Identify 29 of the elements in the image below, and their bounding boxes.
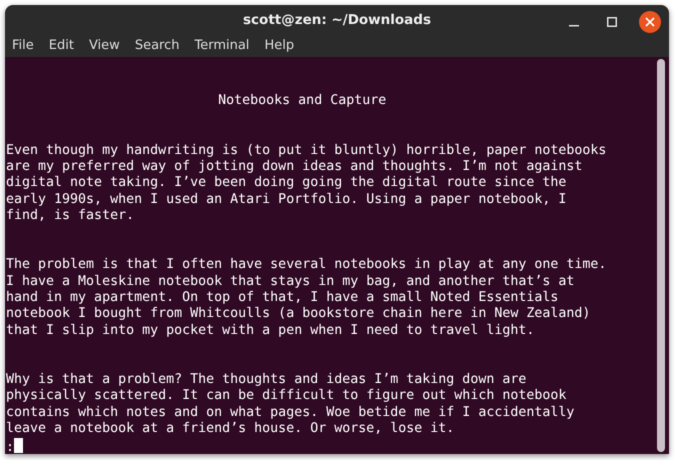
window-title: scott@zen: ~/Downloads xyxy=(243,12,431,28)
text-line: hand in my apartment. On top of that, I have a small Noted Essentials xyxy=(6,290,560,306)
menu-item[interactable]: View xyxy=(88,38,127,54)
scrollbar[interactable] xyxy=(657,58,665,452)
text-line: Why is that a problem? The thoughts and ideas I’m taking down are xyxy=(6,372,528,388)
menu-item[interactable]: Search xyxy=(134,38,186,54)
prompt-text: : xyxy=(6,440,14,454)
text-line: early 1990s, when I used an Atari Portfolio. Using a paper notebook, I xyxy=(6,192,568,208)
close-icon xyxy=(645,17,655,27)
text-line: I have a Moleskine notebook that stays in my bag, and another that’s at xyxy=(6,274,576,290)
text-line: The problem is that I often have several notebooks in play at any one time. xyxy=(6,257,608,274)
menu-item[interactable]: Edit xyxy=(48,38,81,54)
text-line: leave a notebook at a friend’s house. Or worse, lose it. xyxy=(6,421,456,438)
text-line: digital note taking. I’ve been doing going the digital route since the xyxy=(6,175,568,192)
menu-item[interactable]: File xyxy=(12,38,41,54)
text-line: find, is faster. xyxy=(6,208,136,224)
text-line: notebook I bought from Whitcoulls (a bookstore chain here in New Zealand) xyxy=(6,306,592,323)
text-line: that I slip into my pocket with a pen when I need to travel light. xyxy=(6,322,536,340)
menu-item[interactable]: Help xyxy=(264,38,302,54)
minimize-icon xyxy=(569,25,579,27)
text-line: physically scattered. It can be difficult to figure out which notebook xyxy=(6,388,568,405)
menu-item[interactable]: Terminal xyxy=(194,38,256,54)
heading-text: Notebooks and Capture xyxy=(217,93,388,110)
text-line: Even though my handwriting is (to put it bluntly) horrible, paper notebooks xyxy=(6,142,608,159)
maximize-icon xyxy=(607,17,617,27)
cursor xyxy=(14,438,24,453)
text-line: contains which notes and on what pages. Woe betide me if I accidentally xyxy=(6,404,576,422)
text-line: are my preferred way of jotting down ideas and thoughts. I’m not against xyxy=(6,158,584,176)
close-button[interactable] xyxy=(639,11,661,33)
